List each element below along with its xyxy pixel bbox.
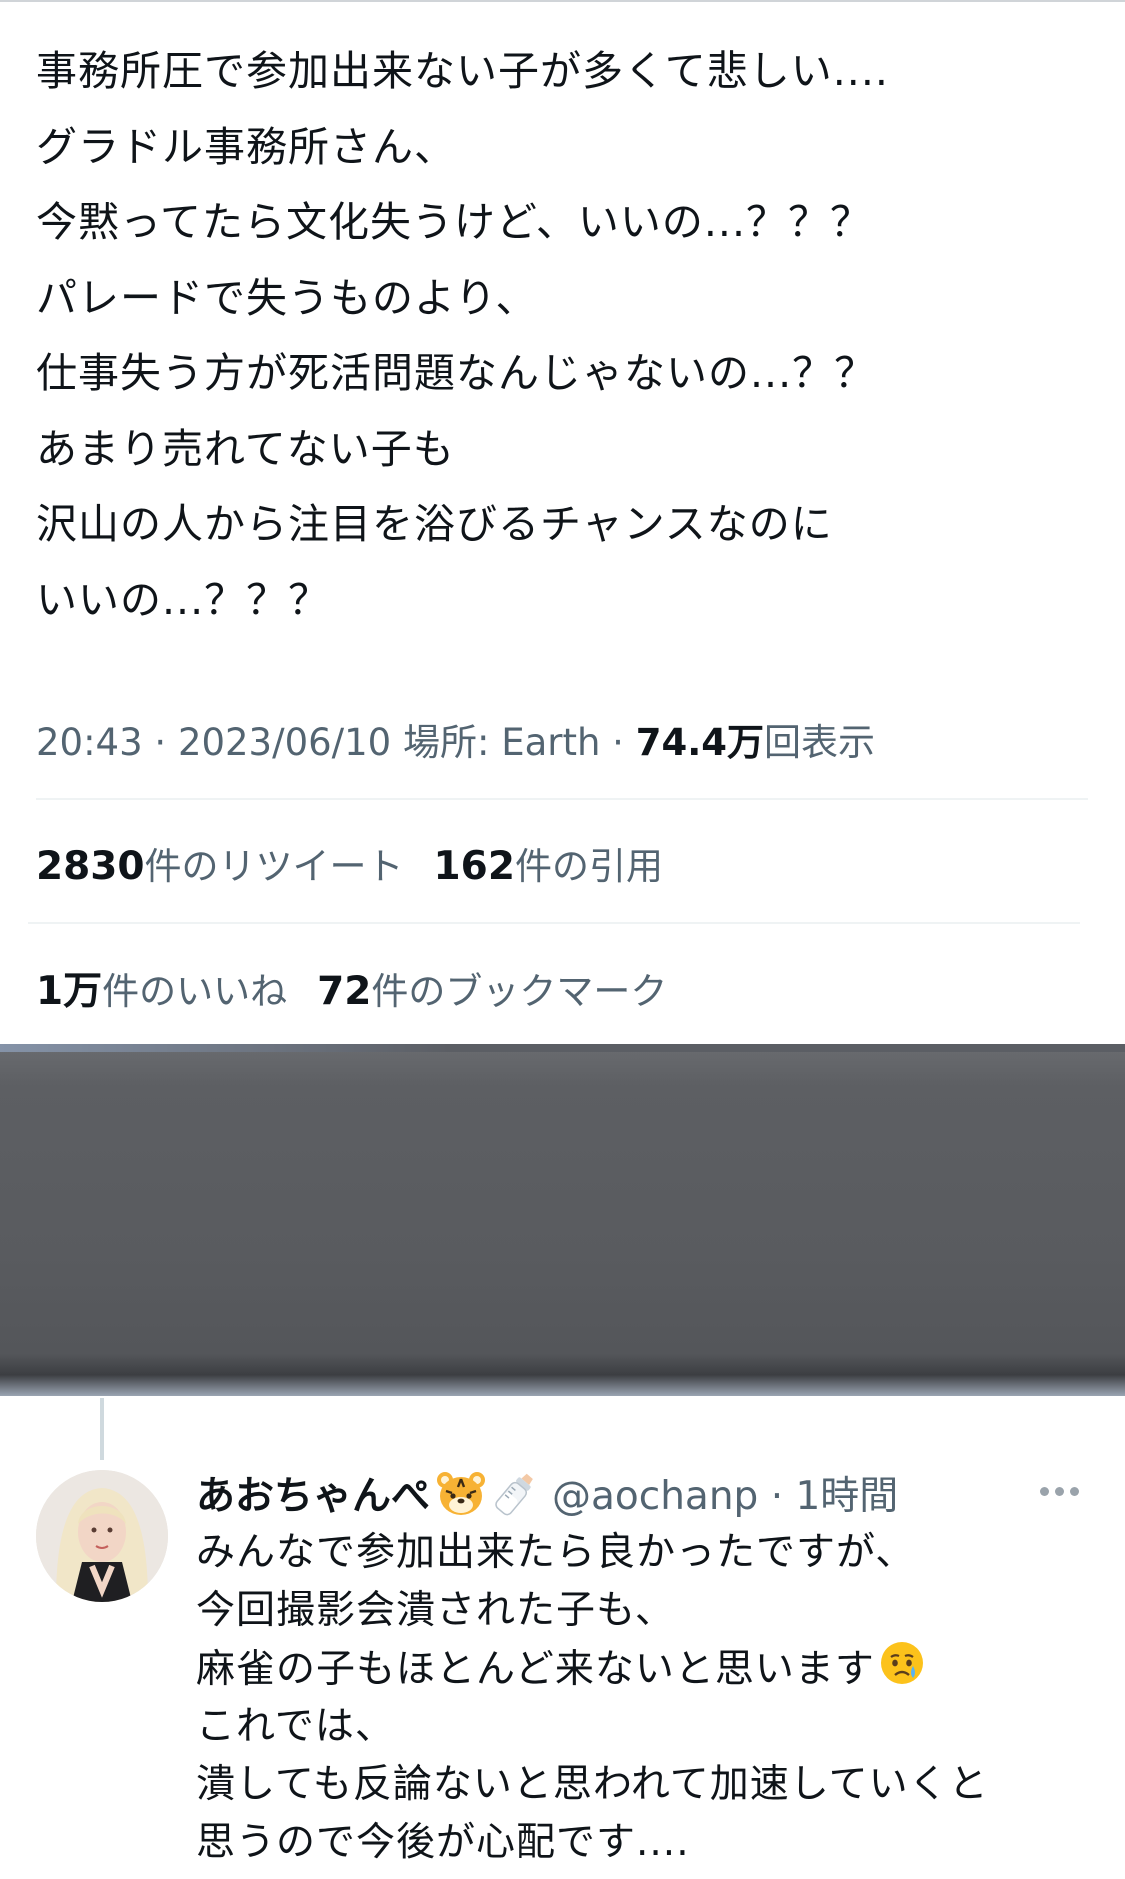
like-bookmark-stats: 1万件のいいね 72件のブックマーク [36, 960, 667, 1016]
meta-separator: · [142, 721, 178, 764]
bookmarks-link[interactable]: 72件のブックマーク [317, 969, 668, 1014]
reply-text: みんなで参加出来たら良かったですが、 今回撮影会潰された子も、 麻雀の子もほとん… [196, 1524, 1096, 1872]
avatar-image [36, 1470, 168, 1602]
quotes-label: 件の引用 [514, 845, 663, 888]
likes-count: 1万 [36, 969, 103, 1014]
reply-line-text: 麻雀の子もほとんど来ないと思います [196, 1647, 875, 1692]
quotes-link[interactable]: 162件の引用 [433, 844, 663, 889]
retweets-count: 2830 [36, 844, 145, 889]
bookmarks-label: 件のブックマーク [371, 970, 668, 1013]
stats-divider [28, 922, 1080, 924]
views-label: 回表示 [764, 721, 876, 764]
likes-label: 件のいいね [102, 970, 288, 1013]
retweets-label: 件のリツイート [144, 845, 404, 888]
tweet-date[interactable]: 2023/06/10 [178, 721, 391, 764]
tweet-metadata: 20:43 · 2023/06/10 場所: Earth · 74.4万回表示 [36, 712, 875, 766]
tweet-line: グラドル事務所さん、 [36, 122, 456, 171]
stats-divider [36, 798, 1088, 800]
baby-bottle-icon [492, 1469, 538, 1529]
reply-line: これでは、 [196, 1704, 395, 1749]
tweet-line: あまり売れてない子も [36, 424, 455, 473]
tweet-location: 場所: Earth [402, 721, 601, 764]
redacted-media-area [0, 1044, 1125, 1396]
reply-line: 潰しても反論ないと思われて加速していくと [196, 1762, 989, 1807]
tweet-line: いいの...？？？ [36, 575, 331, 624]
retweet-quote-stats: 2830件のリツイート 162件の引用 [36, 836, 663, 890]
avatar[interactable] [36, 1470, 168, 1602]
more-options-icon[interactable] [1040, 1487, 1079, 1496]
reply-line: 思うので今後が心配です.... [196, 1820, 690, 1865]
quotes-count: 162 [433, 844, 515, 889]
reply-line: みんなで参加出来たら良かったですが、 [196, 1530, 916, 1575]
likes-link[interactable]: 1万件のいいね [36, 969, 288, 1014]
media-edge [0, 1044, 1125, 1052]
tweet-line: 事務所圧で参加出来ない子が多くて悲しい.... [36, 47, 889, 95]
top-border [0, 0, 1125, 2]
tiger-face-icon [436, 1471, 486, 1527]
tweet-line: パレードで失うものより、 [36, 273, 538, 322]
dot [1070, 1487, 1079, 1496]
tweet-text: 事務所圧で参加出来ない子が多くて悲しい.... グラドル事務所さん、 今黙ってた… [36, 34, 1096, 638]
crying-face-icon [879, 1640, 925, 1703]
retweets-link[interactable]: 2830件のリツイート [36, 844, 404, 889]
tweet-line: 沢山の人から注目を浴びるチャンスなのに [36, 500, 833, 548]
bookmarks-count: 72 [317, 969, 372, 1014]
dot [1040, 1487, 1049, 1496]
reply-author-name[interactable]: あおちゃんぺ [196, 1474, 430, 1519]
reply-handle-time[interactable]: @aochanp · 1時間 [552, 1474, 898, 1519]
reply-header: あおちゃんぺ @aochanp · 1時間 [196, 1465, 898, 1529]
thread-connector [100, 1398, 104, 1460]
meta-separator: · [600, 721, 636, 764]
dot [1055, 1487, 1064, 1496]
reply-line: 今回撮影会潰された子も、 [196, 1588, 675, 1633]
reply-line-3: 麻雀の子もほとんど来ないと思います [196, 1640, 1096, 1698]
tweet-time[interactable]: 20:43 [36, 721, 143, 764]
views-count: 74.4万 [635, 721, 765, 764]
tweet-line: 仕事失う方が死活問題なんじゃないの...？？ [36, 349, 877, 397]
tweet-line: 今黙ってたら文化失うけど、いいの...？？？ [36, 198, 872, 246]
